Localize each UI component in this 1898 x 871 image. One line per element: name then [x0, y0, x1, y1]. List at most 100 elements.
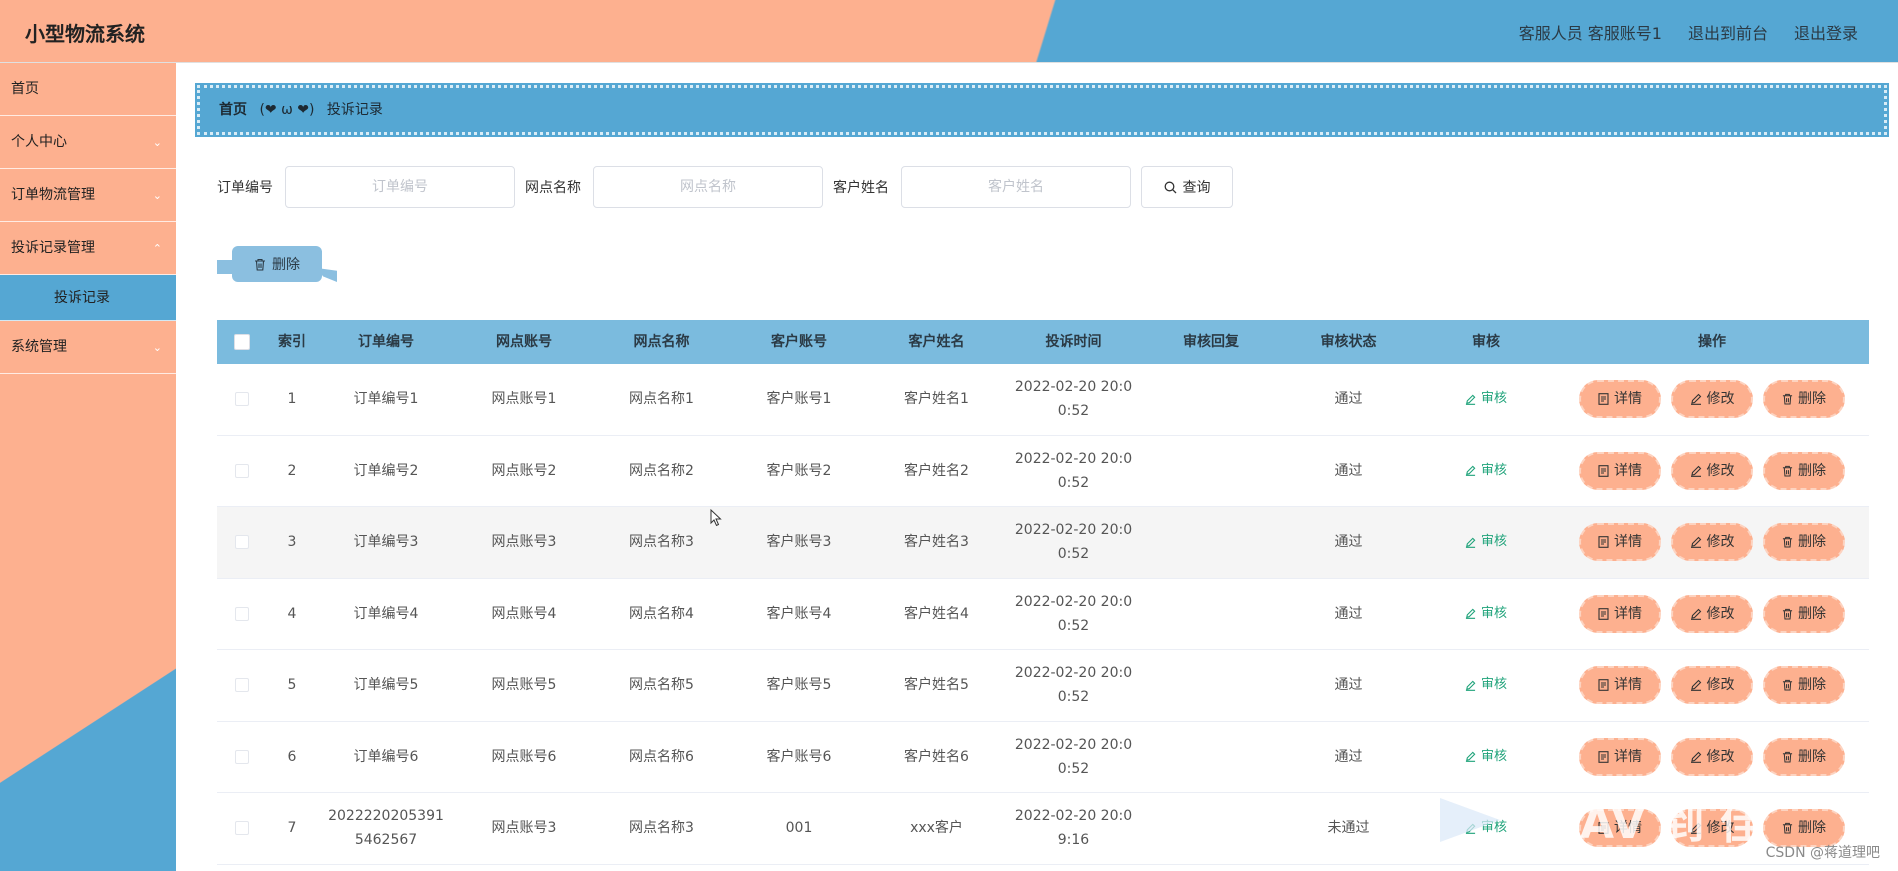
bulk-delete-button[interactable]: 删除: [217, 246, 337, 286]
delete-button[interactable]: 删除: [1763, 380, 1845, 419]
delete-button[interactable]: 删除: [1763, 737, 1845, 776]
order-number-label: 订单编号: [217, 180, 273, 196]
sidebar-item-order-logistics[interactable]: 订单物流管理 ⌄: [0, 169, 176, 222]
watermark-logo: AV 到 佳: [1440, 798, 1764, 849]
detail-button[interactable]: 详情: [1579, 523, 1661, 562]
document-icon: [1598, 607, 1609, 620]
breadcrumb-home[interactable]: 首页: [219, 102, 247, 118]
outlet-name-input[interactable]: [593, 166, 823, 208]
cell-actions: 详情 修改 删除: [1555, 436, 1869, 507]
sidebar-item-complaint-management[interactable]: 投诉记录管理 ⌃: [0, 222, 176, 275]
edit-button[interactable]: 修改: [1671, 451, 1753, 490]
header-outlet-account: 网点账号: [496, 334, 552, 350]
edit-icon: [1690, 751, 1701, 763]
row-checkbox[interactable]: [235, 535, 249, 550]
sidebar-item-home[interactable]: 首页: [0, 63, 176, 116]
delete-button[interactable]: 删除: [1763, 594, 1845, 633]
order-number-input[interactable]: [285, 166, 515, 208]
row-checkbox[interactable]: [235, 606, 249, 621]
row-checkbox[interactable]: [235, 749, 249, 764]
audit-link[interactable]: 审核: [1465, 459, 1507, 483]
table-row: 2 订单编号2 网点账号2 网点名称2 客户账号2 客户姓名2 2022-02-20 20:…: [217, 436, 1869, 507]
table-row: 1 订单编号1 网点账号1 网点名称1 客户账号1 客户姓名1 2022-02-20 20:…: [217, 364, 1869, 436]
detail-button[interactable]: 详情: [1579, 380, 1661, 419]
trash-icon: [1782, 608, 1793, 620]
detail-button[interactable]: 详情: [1579, 737, 1661, 776]
table-row: 4 订单编号4 网点账号4 网点名称4 客户账号4 客户姓名4 2022-02-20 20:…: [217, 579, 1869, 650]
header-audit: 审核: [1472, 334, 1500, 350]
edit-button[interactable]: 修改: [1671, 523, 1753, 562]
cell-order-number: 订单编号4: [317, 579, 455, 650]
customer-name-input[interactable]: [901, 166, 1131, 208]
document-icon: [1598, 679, 1609, 692]
delete-button[interactable]: 删除: [1763, 451, 1845, 490]
row-checkbox[interactable]: [235, 463, 249, 478]
detail-button[interactable]: 详情: [1579, 451, 1661, 490]
complaint-time-text: 2022-02-20 20:00:52: [1014, 379, 1133, 420]
detail-button[interactable]: 详情: [1579, 594, 1661, 633]
cell-customer-name: 客户姓名6: [904, 748, 969, 765]
table-row: 6 订单编号6 网点账号6 网点名称6 客户账号6 客户姓名6 2022-02-20 20:…: [217, 722, 1869, 793]
row-checkbox[interactable]: [235, 392, 249, 407]
delete-button[interactable]: 删除: [1763, 666, 1845, 705]
edit-button-label: 修改: [1706, 462, 1735, 479]
cell-audit-status: 通过: [1334, 677, 1363, 694]
cell-outlet-name: 网点名称4: [629, 605, 694, 622]
cell-order-number: 订单编号1: [317, 364, 455, 435]
edit-button[interactable]: 修改: [1671, 737, 1753, 776]
logout-link[interactable]: 退出登录: [1794, 20, 1858, 44]
row-checkbox[interactable]: [235, 821, 249, 836]
edit-icon: [1690, 465, 1701, 477]
select-all-cell: [217, 320, 267, 364]
cell-audit-reply: [1142, 650, 1280, 721]
edit-button[interactable]: 修改: [1671, 380, 1753, 419]
edit-button-label: 修改: [1706, 748, 1735, 765]
sidebar-item-system-management[interactable]: 系统管理 ⌄: [0, 321, 176, 374]
cell-audit-status: 通过: [1334, 391, 1363, 408]
row-select-cell: [217, 722, 267, 793]
cell-complaint-time: 2022-02-20 20:00:52: [1005, 722, 1142, 793]
cell-audit-status: 通过: [1334, 605, 1363, 622]
complaint-time-text: 2022-02-20 20:00:52: [1014, 522, 1133, 563]
detail-button-label: 详情: [1614, 391, 1642, 408]
delete-button-label: 删除: [1798, 605, 1826, 622]
complaint-table: 索引 订单编号 网点账号 网点名称 客户账号 客户姓名 投诉时间 审核回复 审核…: [217, 320, 1869, 865]
audit-link[interactable]: 审核: [1465, 387, 1507, 411]
bulk-delete-body[interactable]: 删除: [232, 246, 322, 282]
row-checkbox[interactable]: [235, 678, 249, 693]
audit-link[interactable]: 审核: [1465, 745, 1507, 769]
cell-order-number: 订单编号2: [317, 436, 455, 507]
cell-actions: 详情 修改 删除: [1555, 579, 1869, 650]
audit-link-label: 审核: [1480, 605, 1507, 621]
cell-index: 5: [287, 677, 297, 694]
breadcrumb-current: 投诉记录: [326, 102, 383, 118]
cell-complaint-time: 2022-02-20 20:00:52: [1005, 650, 1142, 721]
exit-to-front-link[interactable]: 退出到前台: [1688, 20, 1768, 44]
cell-audit-reply: [1142, 436, 1280, 507]
edit-button[interactable]: 修改: [1671, 594, 1753, 633]
chevron-down-icon: ⌄: [152, 189, 162, 202]
search-bar: 订单编号 网点名称 客户姓名 查询: [217, 166, 1233, 208]
edit-button[interactable]: 修改: [1671, 666, 1753, 705]
audit-edit-icon: [1465, 394, 1476, 405]
delete-button[interactable]: 删除: [1763, 523, 1845, 562]
cell-order-number: 订单编号5: [317, 650, 455, 721]
cell-audit-reply: [1142, 793, 1280, 864]
audit-link[interactable]: 审核: [1465, 602, 1507, 626]
query-button[interactable]: 查询: [1141, 166, 1233, 208]
delete-button-label: 删除: [1798, 462, 1826, 479]
cell-customer-account: 客户账号5: [766, 677, 832, 694]
audit-link[interactable]: 审核: [1465, 673, 1507, 697]
sidebar-item-personal-center[interactable]: 个人中心 ⌄: [0, 116, 176, 169]
query-button-label: 查询: [1182, 180, 1211, 196]
detail-button[interactable]: 详情: [1579, 666, 1661, 705]
complaint-time-text: 2022-02-20 20:00:52: [1014, 736, 1133, 777]
select-all-checkbox[interactable]: [234, 334, 250, 350]
cell-outlet-account: 网点账号3: [491, 534, 557, 551]
cell-outlet-name: 网点名称5: [629, 677, 694, 694]
edit-icon: [1690, 536, 1701, 549]
sidebar-subitem-complaint-records[interactable]: 投诉记录: [0, 275, 176, 321]
cell-customer-name: 客户姓名1: [904, 391, 969, 408]
row-actions: 详情 修改 删除: [1579, 451, 1845, 490]
audit-link[interactable]: 审核: [1465, 530, 1507, 554]
